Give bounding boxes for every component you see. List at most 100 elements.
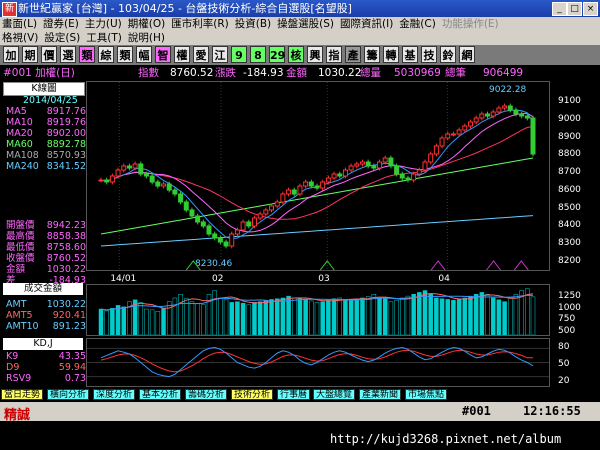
volume-row: AMT 1030.22 <box>6 299 86 310</box>
toolbar-button[interactable]: 興 <box>307 46 323 63</box>
maximize-button[interactable]: □ <box>567 2 582 16</box>
toolbar-button[interactable]: 期 <box>22 46 38 63</box>
analysis-tab[interactable]: 市場焦點 <box>405 389 448 400</box>
volume-bar <box>240 302 246 336</box>
price-axis-tick: 8300 <box>558 238 581 249</box>
candle-body <box>348 165 354 171</box>
close-button[interactable]: × <box>583 2 598 16</box>
toolbar-button[interactable]: 選 <box>60 46 76 63</box>
index-label: 指數 <box>138 67 159 79</box>
kd-name: RSV9 <box>6 373 32 384</box>
volume-bar <box>166 301 172 336</box>
price-chart[interactable]: 9022.28 8230.46 <box>86 81 550 271</box>
menu-item[interactable]: 期權(O) <box>128 18 165 30</box>
candle-body <box>382 157 388 163</box>
minimize-button[interactable]: _ <box>552 2 567 16</box>
menu-item[interactable]: 金融(C) <box>399 18 436 30</box>
ohlc-row: 收盤價 8760.52 <box>6 253 86 264</box>
toolbar-button[interactable]: 8 <box>250 46 266 63</box>
volume-bar <box>246 304 252 336</box>
volume-bar <box>178 294 183 336</box>
volume-bar <box>115 305 121 336</box>
kd-title: KD,J <box>3 338 83 350</box>
kd-row: K9 43.35 <box>6 351 86 362</box>
ohlc-row: 最高價 8858.38 <box>6 231 86 242</box>
candle-body <box>178 193 184 203</box>
menu-item[interactable]: 畫面(L) <box>2 18 37 30</box>
analysis-tab[interactable]: 行事曆 <box>277 389 311 400</box>
menu-item[interactable]: 格視(V) <box>2 32 38 44</box>
toolbar-button[interactable]: 指 <box>326 46 342 63</box>
toolbar-button[interactable]: 產 <box>345 46 361 63</box>
volume-bar <box>104 310 109 336</box>
toolbar-button[interactable]: 轉 <box>383 46 399 63</box>
toolbar-button[interactable]: 加 <box>3 46 19 63</box>
volume-bar <box>121 306 126 336</box>
price-axis-tick: 8900 <box>558 131 581 142</box>
price-axis-tick: 8400 <box>558 220 581 231</box>
volume-bar <box>502 301 507 336</box>
toolbar-button[interactable]: 鈴 <box>440 46 456 63</box>
volume-bar <box>422 290 428 336</box>
analysis-tab[interactable]: 深度分析 <box>93 389 136 400</box>
toolbar-button[interactable]: 籌 <box>364 46 380 63</box>
menu-item[interactable]: 匯市利率(R) <box>171 18 229 30</box>
kd-chart-svg <box>87 346 549 378</box>
candle-body <box>485 113 491 117</box>
menu-item[interactable]: 工具(T) <box>86 32 122 44</box>
volume-bar <box>161 308 166 336</box>
candle-body <box>388 157 394 167</box>
menu-item[interactable]: 國際資訊(I) <box>340 18 393 30</box>
candle-body <box>519 113 525 117</box>
toolbar-button[interactable]: 9 <box>231 46 247 63</box>
menu-item[interactable]: 設定(S) <box>44 32 80 44</box>
candle-body <box>439 137 445 147</box>
candle-body <box>149 175 155 183</box>
toolbar-button[interactable]: 基 <box>402 46 418 63</box>
analysis-tab[interactable]: 技術分析 <box>231 389 274 400</box>
toolbar-button[interactable]: 權 <box>174 46 190 63</box>
status-time: 12:16:55 <box>523 404 581 418</box>
volume-chart-svg <box>98 288 536 336</box>
toolbar-button[interactable]: 核 <box>288 46 304 63</box>
analysis-tab[interactable]: 籌碼分析 <box>185 389 228 400</box>
toolbar-button[interactable]: 技 <box>421 46 437 63</box>
status-code: #001 <box>462 404 491 418</box>
menu-item[interactable]: 投資(B) <box>235 18 271 30</box>
toolbar-button[interactable]: 愛 <box>193 46 209 63</box>
analysis-tab[interactable]: 基本分析 <box>139 389 182 400</box>
kd-row: RSV9 0.73 <box>6 373 86 384</box>
candle-body <box>325 177 331 183</box>
menu-item[interactable]: 操盤選股(S) <box>277 18 334 30</box>
toolbar-button[interactable]: 類 <box>117 46 133 63</box>
kd-chart[interactable] <box>86 338 550 387</box>
toolbar-button[interactable]: 幅 <box>136 46 152 63</box>
toolbar-button[interactable]: 類 <box>79 46 95 63</box>
volume-chart[interactable] <box>86 284 550 336</box>
menu-item-disabled: 功能操作(E) <box>441 18 499 30</box>
x-axis-label: 14/01 <box>110 274 137 284</box>
ohlc-value: 8760.52 <box>46 253 86 264</box>
candle-body <box>365 161 371 167</box>
price-axis-tick: 8800 <box>558 149 581 160</box>
analysis-tab[interactable]: 橫向分析 <box>47 389 90 400</box>
analysis-tab[interactable]: 大盤總覽 <box>313 389 356 400</box>
menu-item[interactable]: 說明(H) <box>128 32 165 44</box>
volume-bar <box>473 294 479 336</box>
candle-body <box>337 173 343 177</box>
analysis-tab[interactable]: 當日走勢 <box>1 389 44 400</box>
candle-body <box>297 185 303 195</box>
toolbar-button[interactable]: 智 <box>155 46 171 63</box>
toolbar-button[interactable]: 價 <box>41 46 57 63</box>
toolbar-button[interactable]: 綜 <box>98 46 114 63</box>
volume-row: AMT5 920.41 <box>6 310 86 321</box>
toolbar-button[interactable]: 網 <box>459 46 475 63</box>
ma-name: MA108 <box>6 150 39 161</box>
toolbar-button[interactable]: 江 <box>212 46 228 63</box>
ma-name: MA60 <box>6 139 33 150</box>
toolbar-button[interactable]: 29 <box>269 46 285 63</box>
menu-item[interactable]: 主力(U) <box>85 18 122 30</box>
analysis-tab[interactable]: 產業新聞 <box>359 389 402 400</box>
ohlc-name: 收盤價 <box>6 253 35 264</box>
menu-item[interactable]: 證券(E) <box>43 18 79 30</box>
